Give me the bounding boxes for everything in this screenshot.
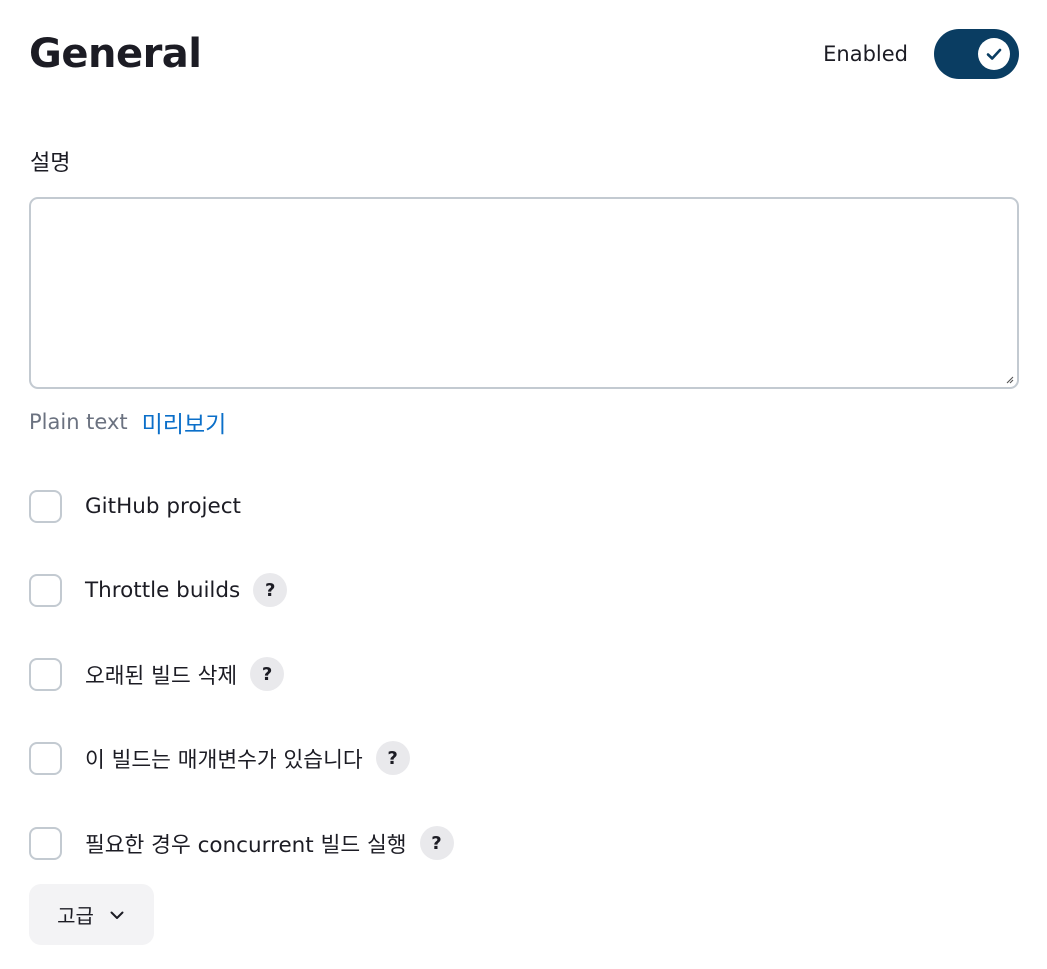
- enabled-toggle[interactable]: [934, 29, 1019, 79]
- option-throttle-builds[interactable]: Throttle builds ?: [29, 571, 288, 609]
- chevron-down-icon: [110, 911, 124, 919]
- github-project-checkbox[interactable]: [29, 489, 62, 523]
- option-parameterized-build[interactable]: 이 빌드는 매개변수가 있습니다 ?: [29, 739, 410, 777]
- advanced-label: 고급: [57, 904, 94, 928]
- check-icon: [986, 48, 1002, 60]
- description-format-row: Plain text 미리보기: [29, 406, 226, 438]
- option-label: Throttle builds: [85, 577, 241, 603]
- toggle-knob: [978, 38, 1010, 70]
- enabled-control: Enabled: [823, 28, 1019, 80]
- option-label: 이 빌드는 매개변수가 있습니다: [85, 747, 363, 773]
- help-icon[interactable]: ?: [419, 826, 454, 860]
- option-label: GitHub project: [85, 493, 241, 519]
- discard-old-builds-checkbox[interactable]: [29, 657, 62, 691]
- option-discard-old-builds[interactable]: 오래된 빌드 삭제 ?: [29, 655, 285, 693]
- preview-link[interactable]: 미리보기: [142, 405, 227, 439]
- option-label: 오래된 빌드 삭제: [85, 663, 238, 689]
- page-title: General: [29, 31, 202, 77]
- help-icon[interactable]: ?: [375, 741, 410, 775]
- help-icon[interactable]: ?: [253, 573, 288, 607]
- section-header: General Enabled: [29, 28, 1019, 80]
- help-icon[interactable]: ?: [250, 657, 285, 691]
- option-concurrent-builds[interactable]: 필요한 경우 concurrent 빌드 실행 ?: [29, 824, 454, 862]
- parameterized-build-checkbox[interactable]: [29, 741, 62, 775]
- advanced-button[interactable]: 고급: [29, 884, 154, 945]
- description-textarea[interactable]: [29, 197, 1019, 389]
- throttle-builds-checkbox[interactable]: [29, 573, 62, 607]
- description-label: 설명: [30, 151, 71, 176]
- enabled-label: Enabled: [823, 42, 908, 66]
- general-config-section: General Enabled 설명 Plain text 미리보기 GitHu…: [0, 0, 1047, 969]
- concurrent-builds-checkbox[interactable]: [29, 826, 62, 860]
- option-label: 필요한 경우 concurrent 빌드 실행: [85, 832, 407, 858]
- option-github-project[interactable]: GitHub project: [29, 487, 241, 525]
- resize-grip-icon[interactable]: [1004, 374, 1014, 384]
- format-label: Plain text: [29, 410, 128, 434]
